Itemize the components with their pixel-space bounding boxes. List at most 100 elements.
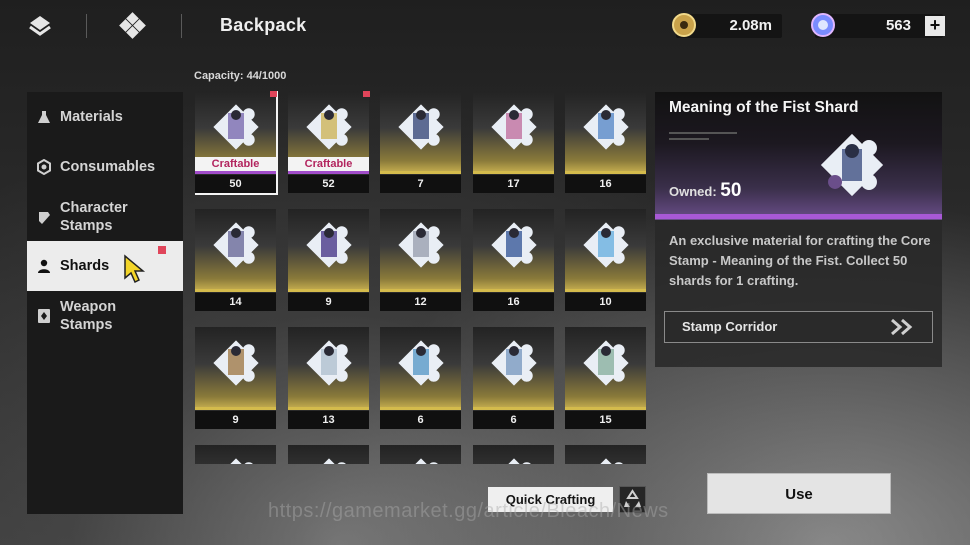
shard-count: 14 [195, 293, 276, 311]
gold-coin-icon [670, 11, 698, 39]
shard-card[interactable]: 10 [565, 209, 646, 311]
shard-puzzle-icon [583, 458, 629, 464]
page-title: Backpack [220, 15, 307, 35]
sidebar-item-character-stamps[interactable]: Character Stamps [27, 192, 183, 242]
rarity-bar [473, 171, 554, 174]
shard-card[interactable]: 12 [380, 209, 461, 311]
top-divider [86, 14, 87, 38]
shard-puzzle-icon [491, 222, 537, 268]
shard-puzzle-icon [491, 104, 537, 150]
item-description: An exclusive material for crafting the C… [669, 233, 931, 288]
shard-art [288, 327, 369, 409]
double-chevron-right-icon [891, 318, 913, 336]
gold-amount: 2.08m [729, 17, 772, 34]
orb-currency: 563 + [811, 13, 945, 38]
rarity-bar [288, 289, 369, 292]
rarity-bar [288, 407, 369, 410]
shard-count: 13 [288, 411, 369, 429]
stamp-corridor-button[interactable]: Stamp Corridor [664, 311, 933, 343]
sidebar-item-label: Shards [60, 258, 110, 274]
shard-puzzle-icon [213, 222, 259, 268]
shard-art [195, 445, 276, 464]
shard-art [288, 445, 369, 464]
shard-puzzle-icon [398, 104, 444, 150]
shard-card[interactable]: 6 [380, 327, 461, 429]
top-bar: Backpack 2.08m 563 + [0, 0, 970, 55]
shard-card[interactable]: 15 [565, 327, 646, 429]
shard-count: 6 [473, 411, 554, 429]
shard-card[interactable]: 9 [288, 209, 369, 311]
shard-puzzle-icon [398, 340, 444, 386]
owned-label: Owned: [669, 184, 717, 199]
card-icon [38, 309, 50, 323]
shard-card[interactable]: 17 [473, 91, 554, 193]
shard-card[interactable]: 16 [473, 209, 554, 311]
shard-puzzle-icon [583, 104, 629, 150]
rarity-bar [473, 289, 554, 292]
shard-art [473, 91, 554, 173]
capacity-label: Capacity: 44/1000 [194, 70, 287, 82]
shard-card[interactable]: 9 [195, 327, 276, 429]
shard-count: 9 [195, 411, 276, 429]
shard-art [288, 209, 369, 291]
shard-count: 52 [288, 175, 369, 193]
back-icon[interactable] [26, 12, 54, 40]
shard-card[interactable] [473, 445, 554, 464]
watermark-text: https://gamemarket.gg/article/Bleach/New… [268, 500, 669, 522]
shard-card[interactable] [380, 445, 461, 464]
shard-card[interactable] [195, 445, 276, 464]
orb-amount: 563 [885, 17, 911, 34]
person-icon [38, 259, 50, 273]
craftable-label: Craftable [195, 157, 276, 171]
shard-art [380, 327, 461, 409]
rarity-bar [380, 407, 461, 410]
flask-icon [38, 111, 50, 123]
sidebar-item-consumables[interactable]: Consumables [27, 142, 183, 192]
shard-art [565, 327, 646, 409]
shard-card[interactable] [565, 445, 646, 464]
shard-art [565, 91, 646, 173]
rarity-bar [380, 289, 461, 292]
shard-count: 16 [565, 175, 646, 193]
rarity-bar [565, 171, 646, 174]
item-name: Meaning of the Fist Shard [669, 99, 859, 116]
shard-art [380, 445, 461, 464]
owned-value: 50 [720, 180, 742, 201]
sidebar-item-weapon-stamps[interactable]: Weapon Stamps [27, 291, 183, 341]
shard-card[interactable]: 14 [195, 209, 276, 311]
shard-art [565, 209, 646, 291]
craftable-label: Craftable [288, 157, 369, 171]
shard-card[interactable]: 6 [473, 327, 554, 429]
home-icon[interactable] [119, 12, 147, 40]
item-subtitle-decoration [669, 132, 739, 146]
shard-count: 7 [380, 175, 461, 193]
shard-card[interactable]: 7 [380, 91, 461, 193]
sidebar-item-shards[interactable]: Shards [27, 241, 183, 291]
shard-art [380, 209, 461, 291]
shard-card[interactable]: Craftable 52 [288, 91, 370, 193]
shard-puzzle-icon [583, 222, 629, 268]
new-badge [270, 91, 277, 97]
shard-puzzle-icon [491, 458, 537, 464]
rarity-bar [380, 171, 461, 174]
shard-count: 12 [380, 293, 461, 311]
rarity-bar [195, 407, 276, 410]
sidebar-item-materials[interactable]: Materials [27, 92, 183, 142]
shard-grid: Craftable 50 Craftable 52 7 17 16 14 9 12 16 10 9 13 6… [195, 91, 650, 464]
use-button[interactable]: Use [707, 473, 891, 514]
shard-art [473, 327, 554, 409]
shard-card[interactable]: 16 [565, 91, 646, 193]
spirit-orb-icon [809, 11, 837, 39]
rarity-bar [195, 289, 276, 292]
shard-puzzle-icon [398, 222, 444, 268]
sidebar-item-label: Consumables [60, 159, 156, 175]
shard-card[interactable]: 13 [288, 327, 369, 429]
shard-card[interactable] [288, 445, 369, 464]
shard-card[interactable]: Craftable 50 [195, 91, 278, 195]
add-currency-button[interactable]: + [925, 16, 945, 36]
shard-puzzle-icon [491, 340, 537, 386]
shard-art [195, 209, 276, 291]
shard-puzzle-icon [213, 458, 259, 464]
owned-count: Owned: 50 [669, 180, 741, 202]
hexagon-icon [37, 159, 51, 175]
